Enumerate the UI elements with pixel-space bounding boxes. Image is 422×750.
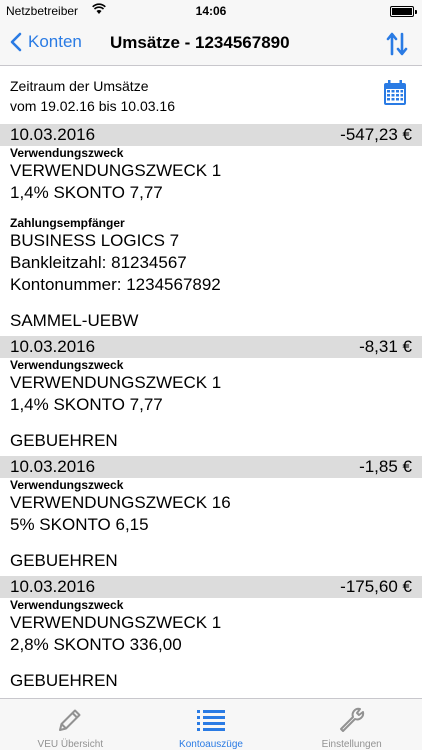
transaction-amount: -8,31 € bbox=[359, 337, 412, 356]
tab-label: Einstellungen bbox=[321, 739, 382, 750]
transaction-date: 10.03.2016 bbox=[10, 457, 96, 476]
tab-label: VEU Übersicht bbox=[37, 739, 104, 750]
transaction-item[interactable]: 10.03.2016 -8,31 € Verwendungszweck VERW… bbox=[0, 336, 422, 456]
period-section: Zeitraum der Umsätze vom 19.02.16 bis 10… bbox=[0, 66, 422, 124]
transaction-header: 10.03.2016 -175,60 € bbox=[0, 576, 422, 598]
calendar-icon bbox=[384, 80, 406, 105]
chevron-left-icon bbox=[10, 32, 22, 52]
purpose-line: 1,4% SKONTO 7,77 bbox=[10, 183, 163, 202]
recipient-account-number: Kontonummer: 1234567892 bbox=[10, 275, 221, 294]
purpose-label: Verwendungszweck bbox=[10, 358, 124, 372]
tab-settings[interactable]: Einstellungen bbox=[281, 699, 422, 750]
recipient-bank-code: Bankleitzahl: 81234567 bbox=[10, 253, 187, 272]
status-bar: Netzbetreiber 14:06 bbox=[0, 0, 422, 22]
tab-bar: VEU Übersicht Kontoauszüge Einstellungen bbox=[0, 698, 422, 750]
wrench-icon bbox=[338, 705, 366, 735]
transaction-type: GEBUEHREN bbox=[10, 551, 118, 570]
purpose-line: VERWENDUNGSZWECK 16 bbox=[10, 493, 231, 512]
transaction-date: 10.03.2016 bbox=[10, 337, 96, 356]
purpose-label: Verwendungszweck bbox=[10, 598, 124, 612]
transaction-item[interactable]: 10.03.2016 -547,23 € Verwendungszweck VE… bbox=[0, 124, 422, 336]
sort-button[interactable] bbox=[386, 32, 408, 61]
transaction-header: 10.03.2016 -547,23 € bbox=[0, 124, 422, 146]
period-range: vom 19.02.16 bis 10.03.16 bbox=[10, 98, 176, 114]
transaction-item[interactable]: 10.03.2016 -175,60 € Verwendungszweck VE… bbox=[0, 576, 422, 692]
transaction-header: 10.03.2016 -8,31 € bbox=[0, 336, 422, 358]
navigation-bar: Konten Umsätze - 1234567890 bbox=[0, 22, 422, 66]
transaction-header: 10.03.2016 -1,85 € bbox=[0, 456, 422, 478]
page-title: Umsätze - 1234567890 bbox=[110, 33, 290, 52]
pencil-icon bbox=[56, 705, 84, 735]
purpose-line: VERWENDUNGSZWECK 1 bbox=[10, 373, 222, 392]
transactions-list[interactable]: Zeitraum der Umsätze vom 19.02.16 bis 10… bbox=[0, 66, 422, 698]
back-button-label: Konten bbox=[28, 32, 82, 51]
recipient-label: Zahlungsempfänger bbox=[10, 216, 125, 230]
period-label: Zeitraum der Umsätze bbox=[10, 78, 149, 94]
purpose-line: VERWENDUNGSZWECK 1 bbox=[10, 613, 222, 632]
transaction-amount: -547,23 € bbox=[340, 125, 412, 144]
calendar-button[interactable] bbox=[383, 80, 407, 111]
recipient-name: BUSINESS LOGICS 7 bbox=[10, 231, 180, 250]
back-button[interactable]: Konten bbox=[10, 32, 82, 52]
tab-account-statements[interactable]: Kontoauszüge bbox=[141, 699, 282, 750]
transaction-amount: -175,60 € bbox=[340, 577, 412, 596]
transaction-item[interactable]: 10.03.2016 -1,85 € Verwendungszweck VERW… bbox=[0, 456, 422, 576]
purpose-line: 1,4% SKONTO 7,77 bbox=[10, 395, 163, 414]
purpose-line: VERWENDUNGSZWECK 1 bbox=[10, 161, 222, 180]
tab-label: Kontoauszüge bbox=[179, 739, 243, 750]
tab-veu-overview[interactable]: VEU Übersicht bbox=[0, 699, 141, 750]
transaction-type: SAMMEL-UEBW bbox=[10, 311, 139, 330]
clock: 14:06 bbox=[195, 4, 227, 18]
list-icon bbox=[197, 705, 225, 735]
purpose-label: Verwendungszweck bbox=[10, 478, 124, 492]
sort-arrows-icon bbox=[386, 32, 408, 56]
transaction-type: GEBUEHREN bbox=[10, 671, 118, 690]
transaction-amount: -1,85 € bbox=[359, 457, 412, 476]
battery-icon bbox=[390, 6, 417, 17]
transaction-date: 10.03.2016 bbox=[10, 577, 96, 596]
purpose-line: 5% SKONTO 6,15 bbox=[10, 515, 149, 534]
purpose-label: Verwendungszweck bbox=[10, 146, 124, 160]
purpose-line: 2,8% SKONTO 336,00 bbox=[10, 635, 182, 654]
transaction-type: GEBUEHREN bbox=[10, 431, 118, 450]
transaction-date: 10.03.2016 bbox=[10, 125, 96, 144]
